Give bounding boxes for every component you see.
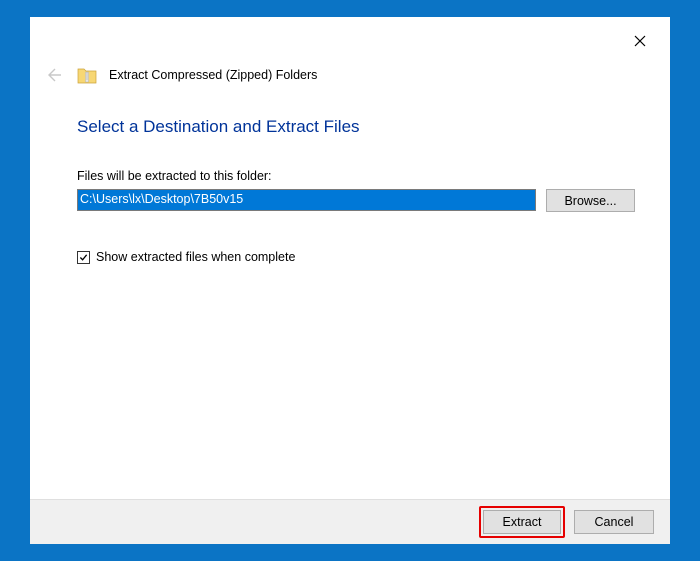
checkbox-label: Show extracted files when complete [96,250,295,264]
path-text: C:\Users\lx\Desktop\7B50v15 [78,190,535,210]
dialog-header: Extract Compressed (Zipped) Folders [41,63,317,87]
destination-path-input[interactable]: C:\Users\lx\Desktop\7B50v15 [77,189,536,211]
back-arrow-icon[interactable] [41,63,65,87]
show-files-checkbox-row[interactable]: Show extracted files when complete [77,250,295,264]
cancel-button[interactable]: Cancel [574,510,654,534]
extract-highlight: Extract [479,506,565,538]
close-icon[interactable] [632,33,648,49]
browse-button[interactable]: Browse... [546,189,635,212]
extract-button[interactable]: Extract [483,510,561,534]
dialog-title: Extract Compressed (Zipped) Folders [109,68,317,82]
path-row: C:\Users\lx\Desktop\7B50v15 Browse... [77,189,635,212]
section-heading: Select a Destination and Extract Files [77,117,360,137]
extract-dialog: Extract Compressed (Zipped) Folders Sele… [30,17,670,544]
dialog-footer: Extract Cancel [30,499,670,544]
checkbox-icon[interactable] [77,251,90,264]
zip-folder-icon [77,65,97,85]
path-label: Files will be extracted to this folder: [77,169,272,183]
